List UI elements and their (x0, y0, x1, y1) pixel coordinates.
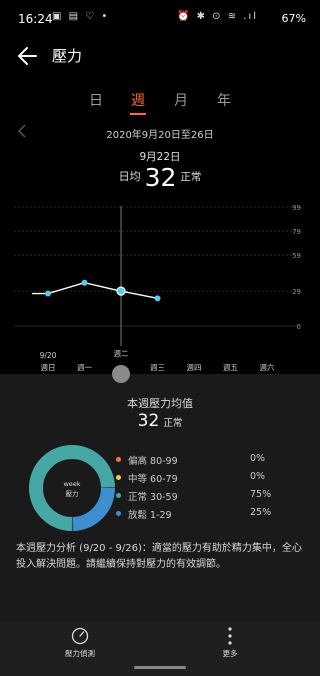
system-icons: ⏰ ✱ ⊙ ≋ .ıl (176, 11, 258, 22)
active-tab-indicator (130, 113, 146, 115)
y-tick-label: 0 (297, 323, 301, 331)
average-status: 正常 (180, 171, 202, 183)
y-tick-label: 29 (292, 288, 301, 296)
notification-icons: ▣ ▤ ♡ • (52, 11, 110, 22)
weekly-average-status: 正常 (163, 418, 183, 429)
legend-percent: 25% (250, 507, 272, 518)
stress-measure-button[interactable]: 壓力偵測 (0, 622, 160, 658)
stress-level-legend: 偏高 80-99 0% 中等 60-79 0% 正常 30-59 75% 放鬆 … (116, 453, 306, 525)
legend-label: 放鬆 1-29 (128, 510, 172, 521)
x-tick-label: 週六 (260, 362, 275, 372)
home-indicator (134, 666, 186, 669)
back-arrow-icon[interactable] (14, 42, 42, 70)
weekly-average: 32 正常 (0, 411, 320, 431)
tab-month[interactable]: 月 (166, 90, 196, 110)
status-time: 16:24 (18, 12, 53, 26)
legend-percent: 0% (250, 453, 266, 464)
data-point (81, 279, 88, 286)
legend-dot (116, 493, 121, 498)
x-tick-label: 週二 (114, 349, 129, 358)
tab-week[interactable]: 週 (123, 90, 153, 110)
status-bar: 16:24 ▣ ▤ ♡ • ⏰ ✱ ⊙ ≋ .ıl 67% (0, 0, 320, 36)
tab-day[interactable]: 日 (81, 90, 111, 110)
y-tick-label: 59 (292, 252, 301, 260)
legend-dot (116, 511, 121, 516)
daily-average: 日均 32 正常 (0, 163, 320, 192)
more-label: 更多 (222, 649, 238, 658)
stress-distribution-donut: week壓力 (29, 445, 115, 531)
x-tick-label: 週三 (150, 363, 165, 372)
y-tick-label: 79 (292, 228, 301, 236)
legend-row-normal: 正常 30-59 75% (116, 489, 306, 507)
y-tick-label: 99 (292, 204, 301, 212)
legend-label: 正常 30-59 (128, 492, 178, 503)
legend-label: 中等 60-79 (128, 474, 178, 485)
data-point (45, 290, 51, 297)
donut-center-label: week (63, 480, 80, 488)
x-tick-label: 週一 (77, 363, 92, 372)
data-point (154, 295, 161, 302)
legend-percent: 0% (250, 471, 266, 482)
x-tick-label: 週五 (223, 363, 238, 372)
legend-percent: 75% (250, 489, 272, 500)
legend-row-medium: 中等 60-79 0% (116, 471, 306, 489)
x-tick-label: 週四 (187, 363, 202, 372)
more-button[interactable]: 更多 (150, 622, 310, 658)
x-tick-label: 週日 (41, 363, 56, 372)
battery-level: 67% (281, 12, 306, 25)
weekly-analysis-text: 本週壓力分析 (9/20 - 9/26)：適當的壓力有助於精力集中，全心投入解決… (16, 543, 302, 570)
series-line (32, 282, 158, 300)
stress-line-chart[interactable]: 99 79 59 29 0 週日 週一 週二週三 週四 週五 週六 9/20 (0, 196, 320, 382)
weekly-average-title: 本週壓力均值 (127, 397, 193, 410)
gauge-icon (71, 627, 89, 645)
more-vertical-icon (228, 627, 232, 645)
page-title: 壓力 (52, 47, 83, 65)
weekly-average-value: 32 (137, 411, 160, 431)
legend-dot (116, 457, 121, 462)
date-range: 2020年9月20日至26日 (106, 130, 214, 141)
tab-year[interactable]: 年 (209, 90, 239, 110)
average-value: 32 (144, 163, 177, 192)
legend-label: 偏高 80-99 (128, 456, 178, 467)
selected-day: 9月22日 (139, 151, 181, 163)
legend-dot (116, 475, 121, 480)
data-point (116, 286, 126, 296)
legend-row-relaxed: 放鬆 1-29 25% (116, 507, 306, 525)
x-date-label: 9/20 (40, 351, 57, 360)
legend-row-high: 偏高 80-99 0% (116, 453, 306, 471)
donut-center-label: 壓力 (66, 489, 79, 498)
average-label: 日均 (118, 170, 141, 183)
stress-measure-label: 壓力偵測 (65, 649, 95, 658)
chart-scrub-handle[interactable] (112, 365, 130, 383)
